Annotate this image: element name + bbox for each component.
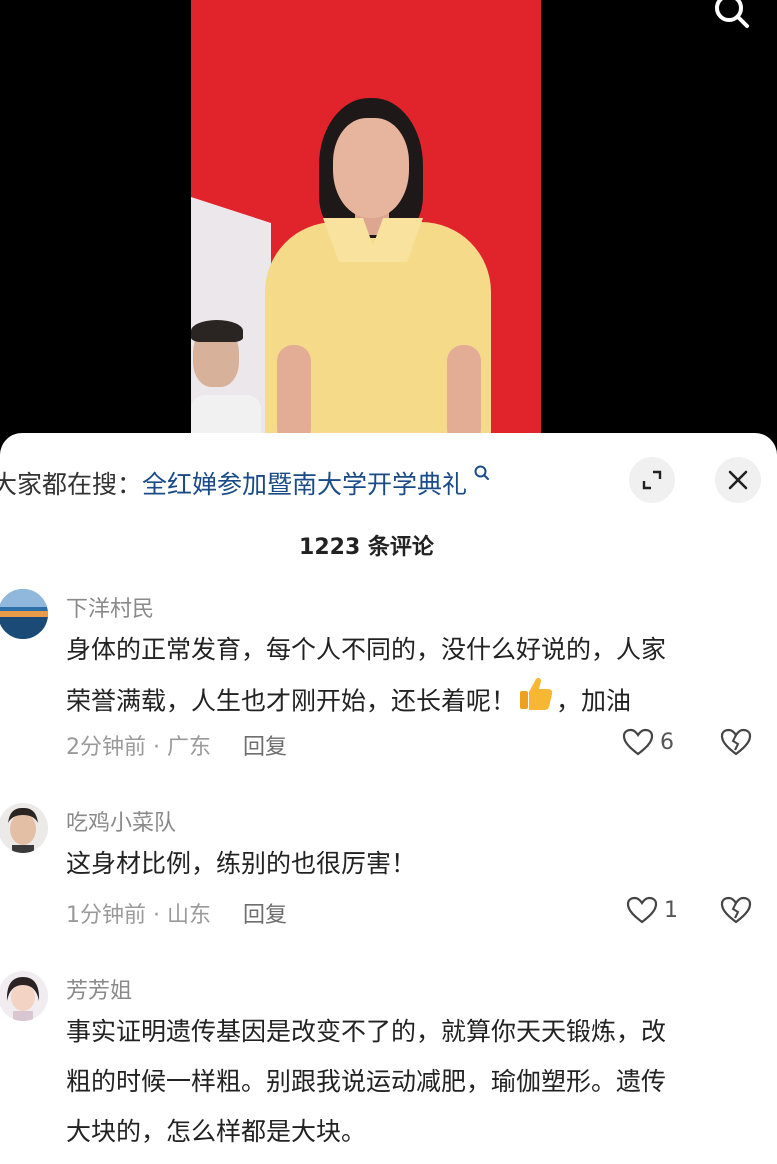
expand-button[interactable] (629, 457, 675, 503)
comment-text-segment: 荣誉满载，人生也才刚开始，还长着呢！ (66, 686, 517, 716)
dislike-button[interactable] (720, 896, 752, 928)
like-button[interactable]: 1 (626, 896, 678, 924)
broken-heart-icon (720, 896, 752, 924)
man-figure-body (191, 395, 261, 436)
comment-username[interactable]: 吃鸡小菜队 (66, 805, 176, 837)
broken-heart-icon (720, 728, 752, 756)
like-count: 1 (664, 897, 678, 923)
heart-icon (622, 728, 654, 756)
trending-query-link[interactable]: 全红婵参加暨南大学开学典礼 (142, 470, 467, 499)
heart-icon (626, 896, 658, 924)
search-icon[interactable] (711, 0, 755, 30)
video-player[interactable] (0, 0, 777, 440)
girl-figure-face (333, 118, 409, 218)
trending-prefix: 大家都在搜： (0, 470, 143, 499)
comment-text: 事实证明遗传基因是改变不了的，就算你天天锻炼，改 粗的时候一样粗。别跟我说运动减… (66, 1007, 761, 1157)
comment-sheet: 大家都在搜：全红婵参加暨南大学开学典礼 1223 条评论 下洋村民 身体的正常发… (0, 433, 777, 1164)
comment-text-segment: ，加油 (556, 686, 632, 716)
comments-count-title: 1223 条评论 (299, 535, 434, 560)
comment-time-location: 1分钟前 · 山东 (66, 903, 211, 928)
comment-username[interactable]: 芳芳姐 (66, 973, 132, 1005)
comment-username[interactable]: 下洋村民 (66, 591, 154, 623)
video-frame (191, 0, 541, 436)
comment-text-line: 荣誉满载，人生也才刚开始，还长着呢！ ，加油 (66, 675, 761, 730)
like-count: 6 (660, 729, 674, 755)
search-icon[interactable] (469, 465, 490, 488)
comment-time-location: 2分钟前 · 广东 (66, 735, 211, 760)
man-figure-hair (191, 320, 243, 342)
comment-text: 这身材比例，练别的也很厉害！ (66, 839, 761, 889)
thumbs-up-emoji (516, 675, 556, 730)
trending-search-bar: 大家都在搜：全红婵参加暨南大学开学典礼 (0, 465, 490, 501)
close-button[interactable] (715, 457, 761, 503)
like-button[interactable]: 6 (622, 728, 674, 756)
comment-text-line: 事实证明遗传基因是改变不了的，就算你天天锻炼，改 (66, 1017, 667, 1046)
comment-text-line: 这身材比例，练别的也很厉害！ (66, 849, 417, 878)
dislike-button[interactable] (720, 728, 752, 760)
comment-text: 身体的正常发育，每个人不同的，没什么好说的，人家 荣誉满载，人生也才刚开始，还长… (66, 625, 761, 730)
close-icon (728, 470, 748, 490)
comment-text-line: 粗的时候一样粗。别跟我说运动减肥，瑜伽塑形。遗传 (66, 1067, 667, 1096)
reply-button[interactable]: 回复 (243, 903, 287, 928)
avatar[interactable] (0, 971, 48, 1021)
avatar[interactable] (0, 803, 48, 853)
girl-figure-arm-left (277, 345, 311, 436)
girl-figure-arm-right (447, 345, 481, 436)
comment-meta: 2分钟前 · 广东 回复 (66, 729, 287, 761)
reply-button[interactable]: 回复 (243, 735, 287, 760)
comment-meta: 1分钟前 · 山东 回复 (66, 897, 287, 929)
comment-text-line: 大块的，怎么样都是大块。 (66, 1117, 367, 1146)
expand-icon (642, 470, 662, 490)
comment-text-line: 身体的正常发育，每个人不同的，没什么好说的，人家 (66, 635, 667, 664)
avatar[interactable] (0, 589, 48, 639)
